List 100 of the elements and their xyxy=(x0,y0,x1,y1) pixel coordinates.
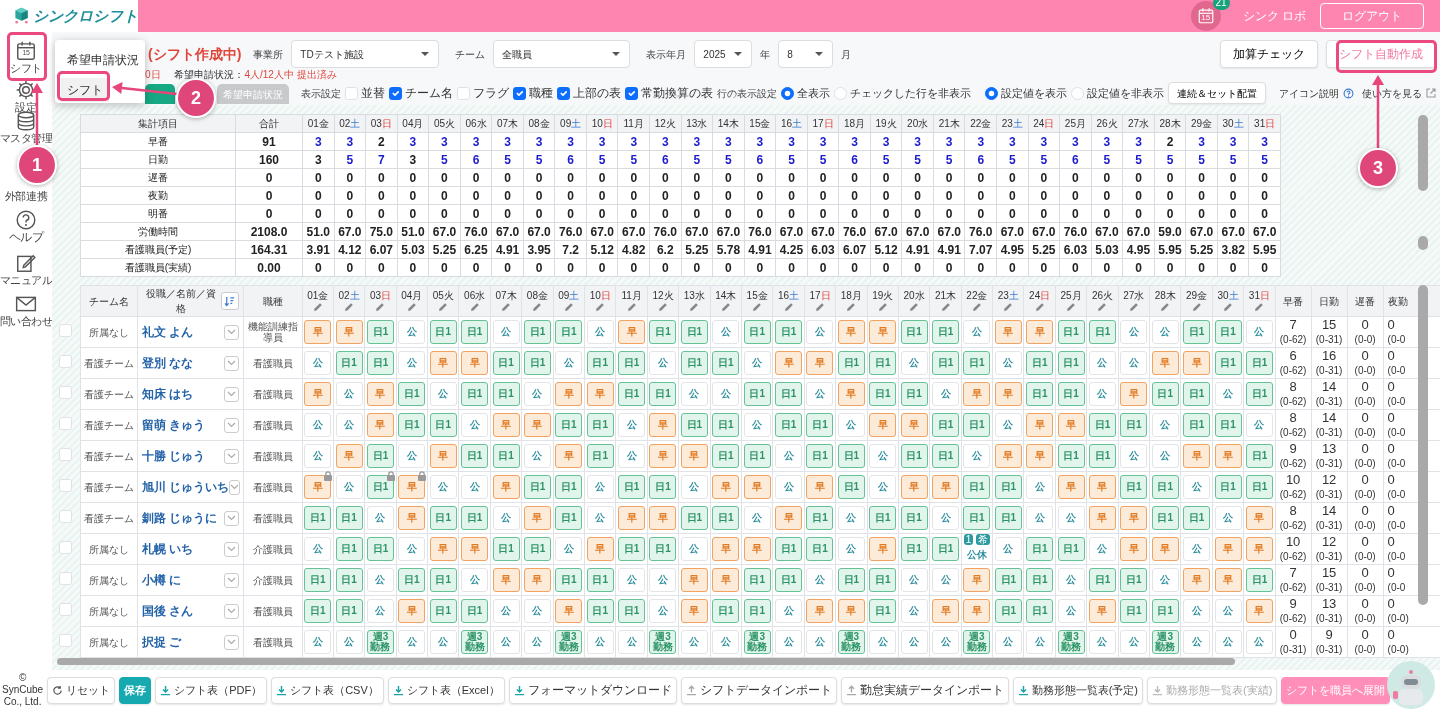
checkbox[interactable] xyxy=(625,86,638,100)
shift-chip[interactable]: 公 xyxy=(743,506,771,530)
shift-chip[interactable]: 早 xyxy=(1183,444,1211,468)
dropdown[interactable]: TDテスト施設 xyxy=(291,40,440,68)
shift-chip[interactable]: 早 xyxy=(618,320,646,344)
shift-chip[interactable]: 早 xyxy=(555,444,583,468)
dropdown-toggle[interactable] xyxy=(223,603,239,619)
shift-chip[interactable]: 日1 xyxy=(932,413,959,437)
shift-chip[interactable]: 公 xyxy=(1120,351,1148,375)
toolbar-button[interactable]: リセット xyxy=(47,676,116,704)
shift-chip[interactable]: 早 xyxy=(398,506,426,530)
shift-chip[interactable]: 早 xyxy=(900,413,928,437)
shift-chip[interactable]: 早 xyxy=(1214,444,1242,468)
shift-chip[interactable]: 日1 xyxy=(806,506,834,530)
pencil-icon[interactable] xyxy=(814,302,825,312)
shift-chip[interactable]: 早 xyxy=(806,475,834,499)
shift-chip[interactable]: 早 xyxy=(743,537,771,561)
shift-chip[interactable]: 公 xyxy=(837,537,865,561)
shift-chip[interactable]: 日1 xyxy=(1245,444,1273,468)
shift-chip[interactable]: 公 xyxy=(712,382,740,406)
shift-chip[interactable]: 週3勤務 xyxy=(1057,630,1085,654)
shift-chip[interactable]: 公 xyxy=(335,382,363,406)
shift-chip[interactable]: 週3勤務 xyxy=(555,630,583,654)
shift-chip[interactable]: 公 xyxy=(994,413,1022,437)
pencil-icon[interactable] xyxy=(877,302,888,312)
dropdown[interactable]: 全職員 xyxy=(493,40,631,68)
shift-chip[interactable]: 公 xyxy=(680,630,708,654)
shift-chip[interactable]: 早 xyxy=(680,568,708,592)
shift-chip[interactable]: 早 xyxy=(994,444,1022,468)
shift-chip[interactable]: 早 xyxy=(932,475,959,499)
shift-chip[interactable]: 早 xyxy=(900,475,928,499)
shift-chip[interactable]: 公 xyxy=(461,413,489,437)
shift-chip[interactable]: 日1 xyxy=(963,475,991,499)
pencil-icon[interactable] xyxy=(626,302,637,312)
shift-chip[interactable]: 日1 xyxy=(900,506,928,530)
shift-chip[interactable]: 日1 xyxy=(743,599,771,623)
shift-chip[interactable]: 日1 xyxy=(900,320,928,344)
shift-chip[interactable]: 公 xyxy=(1245,320,1273,344)
shift-chip[interactable]: 公 xyxy=(680,382,708,406)
shift-chip[interactable]: 公 xyxy=(1183,537,1211,561)
shift-chip[interactable]: 日1 xyxy=(743,568,771,592)
shift-chip[interactable]: 公 xyxy=(304,351,332,375)
shift-chip[interactable]: 公 xyxy=(1120,630,1148,654)
shift-chip[interactable]: 日1 xyxy=(366,475,394,499)
shift-chip[interactable]: 日1 xyxy=(398,413,426,437)
pencil-icon[interactable] xyxy=(940,302,951,312)
shift-chip[interactable]: 公 xyxy=(366,568,394,592)
shift-chip[interactable]: 公 xyxy=(806,630,834,654)
shift-chip[interactable]: 日1 xyxy=(1151,382,1179,406)
checkbox[interactable] xyxy=(513,86,526,100)
shift-chip[interactable]: 公 xyxy=(586,320,614,344)
shift-chip[interactable]: 早 xyxy=(806,599,834,623)
shift-chip[interactable]: 日1 xyxy=(743,444,771,468)
scrollbar[interactable] xyxy=(1418,236,1428,250)
shift-chip[interactable]: 日1 xyxy=(429,506,457,530)
shift-chip[interactable]: 早 xyxy=(523,413,551,437)
shift-chip[interactable]: 公 xyxy=(618,413,646,437)
shift-chip[interactable]: 日1 xyxy=(492,444,520,468)
dropdown-toggle[interactable] xyxy=(223,386,239,402)
shift-chip[interactable]: 日1 xyxy=(523,351,551,375)
shift-chip[interactable]: 日1 xyxy=(680,506,708,530)
shift-chip[interactable]: 公 xyxy=(1214,506,1242,530)
shift-chip[interactable]: 早 xyxy=(837,382,865,406)
shift-chip[interactable]: 日1 xyxy=(1026,382,1054,406)
shift-chip[interactable]: 日1 xyxy=(649,382,677,406)
pencil-icon[interactable] xyxy=(532,302,543,312)
shift-chip[interactable]: 公 xyxy=(837,413,865,437)
scrollbar[interactable] xyxy=(1418,285,1428,605)
shift-chip[interactable]: 公 xyxy=(1245,630,1273,654)
shift-chip[interactable]: 早 xyxy=(1057,475,1085,499)
shift-chip[interactable]: 日1 xyxy=(775,413,803,437)
shift-chip[interactable]: 公 xyxy=(1151,568,1179,592)
shift-chip[interactable]: 日1 xyxy=(743,382,771,406)
shift-chip[interactable]: 日1 xyxy=(429,568,457,592)
shift-chip[interactable]: 早 xyxy=(1120,537,1148,561)
shift-chip[interactable]: 日1 xyxy=(586,444,614,468)
shift-chip[interactable]: 日1 xyxy=(618,475,646,499)
shift-chip[interactable]: 早 xyxy=(869,413,897,437)
shift-chip[interactable]: 早 xyxy=(492,475,520,499)
shift-chip[interactable]: 公 xyxy=(806,568,834,592)
shift-chip[interactable]: 日1 xyxy=(1057,351,1085,375)
shift-chip[interactable]: 公 xyxy=(1057,599,1085,623)
shift-chip[interactable]: 日1 xyxy=(523,537,551,561)
shift-chip[interactable]: 早 xyxy=(366,413,394,437)
sidebar-item[interactable]: 問い合わせ xyxy=(0,290,52,330)
shift-chip[interactable]: 早 xyxy=(649,444,677,468)
shift-chip[interactable]: 日1 xyxy=(461,506,489,530)
shift-chip[interactable]: 日1 xyxy=(1183,413,1211,437)
shift-chip[interactable]: 日1 xyxy=(1151,475,1179,499)
dropdown-toggle[interactable] xyxy=(228,479,240,495)
dropdown-toggle[interactable] xyxy=(223,324,239,340)
shift-chip[interactable]: 日1 xyxy=(806,444,834,468)
dropdown[interactable]: 2025 xyxy=(694,40,753,68)
shift-chip[interactable]: 日1 xyxy=(775,568,803,592)
shift-chip[interactable]: 公 xyxy=(398,630,426,654)
shift-chip[interactable]: 公 xyxy=(712,630,740,654)
pencil-icon[interactable] xyxy=(1191,302,1202,312)
shift-chip[interactable]: 早 xyxy=(775,506,803,530)
menu-item[interactable]: 希望申請状況 xyxy=(61,48,145,72)
shift-chip[interactable]: 早 xyxy=(461,351,489,375)
